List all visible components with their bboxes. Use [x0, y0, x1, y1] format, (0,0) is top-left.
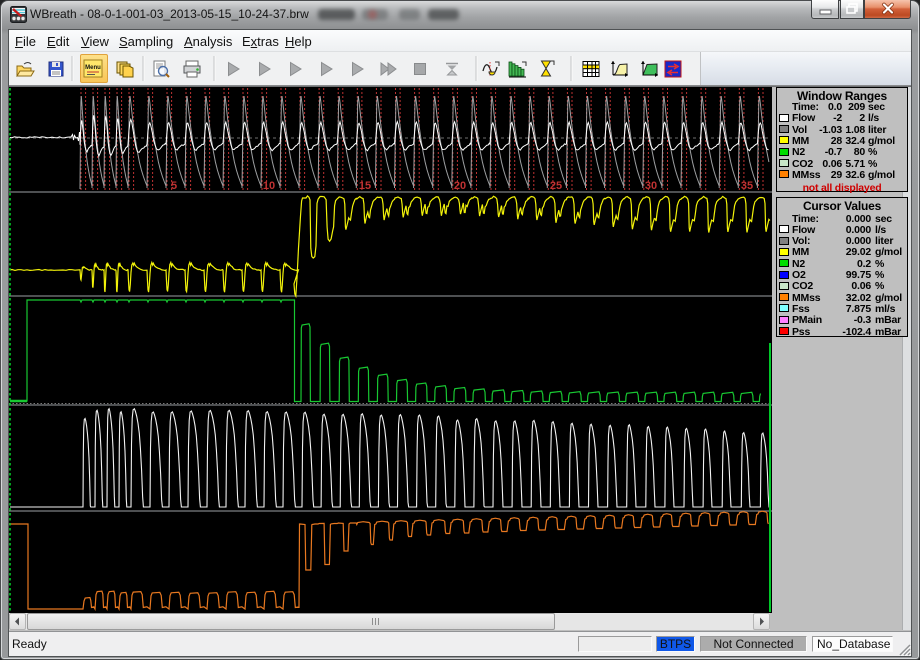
svg-text:25: 25	[550, 180, 562, 192]
svg-text:30: 30	[645, 180, 657, 192]
svg-text:15: 15	[359, 180, 371, 192]
svg-text:20: 20	[454, 180, 466, 192]
svg-text:35: 35	[741, 180, 753, 192]
svg-text:5: 5	[171, 180, 177, 192]
svg-text:10: 10	[263, 180, 275, 192]
svg-text:Menu: Menu	[85, 65, 101, 71]
